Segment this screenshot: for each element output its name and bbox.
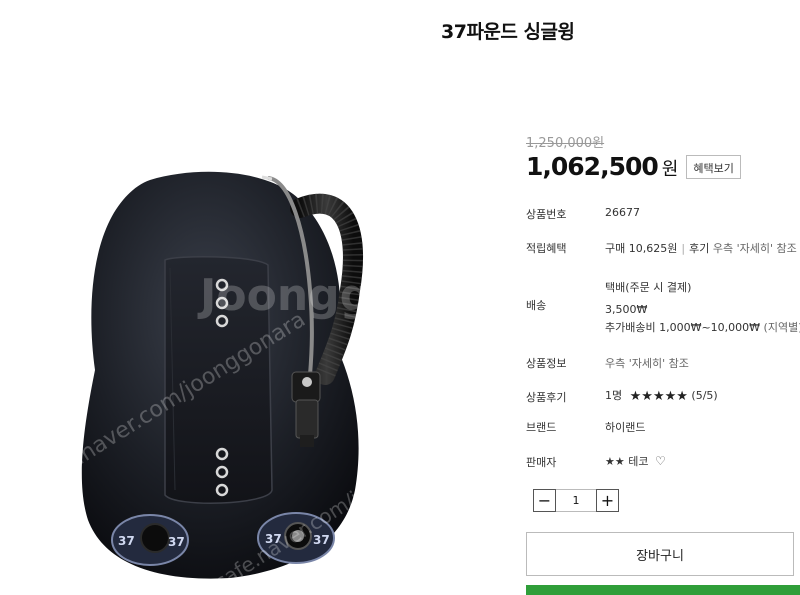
star-icon: ★	[652, 388, 665, 404]
star-icon: ★	[664, 388, 677, 404]
shipping-extra-fee: 추가배송비 1,000₩~10,000₩	[605, 321, 761, 334]
shipping-extra-note: (지역별)	[763, 321, 800, 334]
detail-value: 우측 '자세히' 참조	[605, 357, 689, 370]
star-icon: ★	[629, 388, 642, 404]
original-price: 1,250,000원	[526, 136, 605, 151]
quantity-stepper: − +	[533, 489, 619, 512]
points-value: 구매 10,625원 | 후기 우측 '자세히' 참조	[605, 240, 797, 256]
product-image: 37 37 37 37 Joonggonara cafe.naver.com/j…	[0, 120, 408, 595]
logo-text-left-2: 37	[168, 535, 185, 549]
seller-value: ★★ 테코 ♡	[605, 453, 666, 469]
review-score: (5/5)	[691, 389, 718, 402]
star-icon: ★	[641, 388, 653, 404]
brand-label: 브랜드	[526, 421, 557, 434]
price-row: 1,062,500 원 혜택보기	[526, 152, 741, 181]
price-unit: 원	[661, 159, 679, 180]
points-review: 후기	[689, 242, 710, 255]
buy-button-edge[interactable]	[526, 585, 800, 595]
review-count: 1명	[605, 389, 623, 402]
shipping-fee: 3,500₩	[605, 303, 648, 316]
add-to-cart-button[interactable]: 장바구니	[526, 532, 794, 576]
points-purchase: 구매 10,625원	[605, 242, 678, 255]
points-label: 적립혜택	[526, 242, 567, 255]
seller-label: 판매자	[526, 456, 557, 469]
quantity-input[interactable]	[556, 489, 596, 512]
product-number-value: 26677	[605, 206, 640, 219]
shipping-method: 택배(주문 시 결제)	[605, 281, 692, 294]
review-label: 상품후기	[526, 391, 567, 404]
seller-name[interactable]: 테코	[628, 455, 648, 468]
heart-outline-icon[interactable]: ♡	[655, 454, 666, 468]
bcd-wing-illustration: 37 37 37 37 Joonggonara cafe.naver.com/j…	[30, 171, 408, 594]
points-review-note: 우측 '자세히' 참조	[712, 242, 797, 255]
seller-stars: ★★	[605, 455, 625, 468]
brand-value[interactable]: 하이랜드	[605, 419, 645, 435]
benefit-button[interactable]: 혜택보기	[686, 154, 741, 179]
quantity-minus-button[interactable]: −	[533, 489, 556, 512]
shipping-extra: 추가배송비 1,000₩~10,000₩ (지역별)	[605, 319, 800, 335]
watermark-large: Joonggonara	[197, 270, 408, 321]
review-value: 1명 ★ ★ ★ ★ ★ (5/5)	[605, 387, 718, 403]
points-separator: |	[681, 242, 686, 255]
logo-text-left: 37	[118, 534, 135, 548]
star-icon: ★	[676, 388, 688, 404]
detail-label: 상품정보	[526, 357, 567, 370]
quantity-plus-button[interactable]: +	[596, 489, 619, 512]
product-title: 37파운드 싱글윙	[441, 21, 575, 43]
review-stars: ★ ★ ★ ★ ★	[630, 390, 688, 403]
product-number-label: 상품번호	[526, 208, 567, 221]
shipping-label: 배송	[526, 299, 547, 312]
sale-price: 1,062,500	[526, 152, 659, 181]
